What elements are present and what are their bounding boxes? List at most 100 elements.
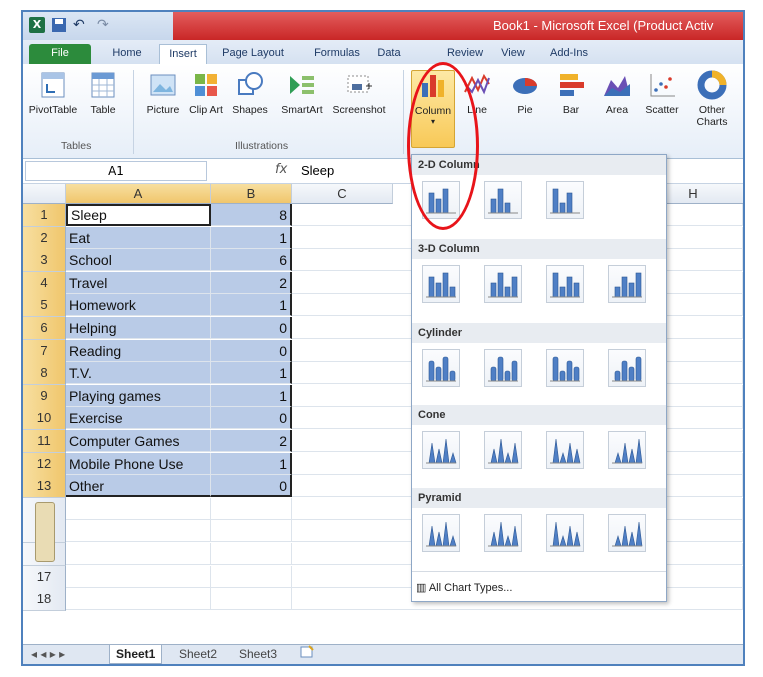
cell-a[interactable]: Reading	[66, 340, 211, 362]
pie-chart-button[interactable]: Pie	[505, 70, 545, 136]
row-header[interactable]: 9	[23, 385, 66, 408]
undo-icon[interactable]: ↶	[73, 17, 85, 34]
chart-subtype-col3d-3[interactable]	[546, 265, 584, 303]
save-icon[interactable]	[51, 17, 67, 34]
select-all-corner[interactable]	[23, 184, 66, 204]
cell-a[interactable]: Mobile Phone Use	[66, 453, 211, 475]
row-header[interactable]: 17	[23, 566, 66, 589]
cell-b[interactable]: 1	[211, 362, 292, 384]
cell-b[interactable]: 1	[211, 227, 292, 249]
cell-a[interactable]	[66, 520, 211, 542]
cell-a[interactable]	[66, 543, 211, 565]
excel-app-icon[interactable]: X	[29, 17, 45, 33]
row-header[interactable]: 13	[23, 475, 66, 498]
chart-subtype-cyl-2[interactable]	[484, 349, 522, 387]
chart-subtype-col3d-4[interactable]	[608, 265, 646, 303]
scatter-chart-button[interactable]: Scatter	[639, 70, 685, 136]
chart-subtype-cyl-4[interactable]	[608, 349, 646, 387]
row-header[interactable]: 12	[23, 453, 66, 476]
cell-b[interactable]: 0	[211, 340, 292, 362]
chart-subtype-pyr-1[interactable]	[422, 514, 460, 552]
tab-review[interactable]: Review	[441, 44, 489, 64]
bar-chart-button[interactable]: Bar	[551, 70, 591, 136]
cell-b[interactable]: 2	[211, 272, 292, 294]
cell-a[interactable]: Helping	[66, 317, 211, 339]
chart-subtype-cone-1[interactable]	[422, 431, 460, 469]
tab-page-layout[interactable]: Page Layout	[217, 44, 289, 64]
cell-a[interactable]: Computer Games	[66, 430, 211, 452]
cell-b[interactable]	[211, 543, 292, 565]
cell-a[interactable]: School	[66, 249, 211, 271]
row-header[interactable]: 11	[23, 430, 66, 453]
cell-a[interactable]	[66, 498, 211, 520]
tab-add-ins[interactable]: Add-Ins	[543, 44, 595, 64]
sheet-tab-2[interactable]: Sheet2	[173, 645, 223, 663]
other-charts-button[interactable]: Other Charts	[689, 70, 735, 136]
cell-b[interactable]: 6	[211, 249, 292, 271]
chart-subtype-cone-3[interactable]	[546, 431, 584, 469]
row-header[interactable]: 6	[23, 317, 66, 340]
tab-home[interactable]: Home	[105, 44, 149, 64]
cell-a[interactable]: Eat	[66, 227, 211, 249]
side-grip-handle[interactable]	[35, 502, 55, 562]
chart-subtype-cone-4[interactable]	[608, 431, 646, 469]
cell-a[interactable]: Other	[66, 475, 211, 497]
formula-input[interactable]: Sleep	[301, 163, 334, 178]
area-chart-button[interactable]: Area	[597, 70, 637, 136]
cell-b[interactable]	[211, 588, 292, 610]
insert-sheet-icon[interactable]	[293, 645, 321, 663]
chart-subtype-col2d-2[interactable]	[484, 181, 522, 219]
sheet-tab-3[interactable]: Sheet3	[233, 645, 283, 663]
cell-b[interactable]: 0	[211, 475, 292, 497]
row-header[interactable]: 4	[23, 272, 66, 295]
clip-art-button[interactable]: Clip Art	[189, 70, 223, 136]
sheet-tab-1[interactable]: Sheet1	[109, 645, 163, 664]
row-header[interactable]: 3	[23, 249, 66, 272]
row-header[interactable]: 1	[23, 204, 66, 227]
cell-b[interactable]	[211, 520, 292, 542]
fx-icon[interactable]: fx	[275, 162, 287, 177]
chart-subtype-cyl-1[interactable]	[422, 349, 460, 387]
picture-button[interactable]: Picture	[141, 70, 185, 136]
cell-a[interactable]: Travel	[66, 272, 211, 294]
tab-formulas[interactable]: Formulas	[307, 44, 367, 64]
cell-b[interactable]	[211, 498, 292, 520]
row-header[interactable]: 10	[23, 407, 66, 430]
cell-b[interactable]	[211, 566, 292, 588]
screenshot-button[interactable]: Screenshot	[329, 70, 389, 136]
cell-b[interactable]: 2	[211, 430, 292, 452]
cell-b[interactable]: 1	[211, 294, 292, 316]
row-header[interactable]: 8	[23, 362, 66, 385]
row-header[interactable]: 7	[23, 340, 66, 363]
chart-subtype-pyr-2[interactable]	[484, 514, 522, 552]
sheet-nav-arrows[interactable]: ◂ ◂ ▸ ▸	[25, 645, 71, 663]
row-header[interactable]: 5	[23, 294, 66, 317]
all-chart-types-link[interactable]: ▥ All Chart Types...	[416, 581, 512, 594]
redo-icon[interactable]: ↷	[97, 17, 109, 34]
pivottable-button[interactable]: PivotTable	[25, 70, 81, 136]
cell-b[interactable]: 1	[211, 385, 292, 407]
column-header-b[interactable]: B	[211, 184, 292, 204]
tab-file[interactable]: File	[29, 44, 91, 64]
chart-subtype-pyr-4[interactable]	[608, 514, 646, 552]
tab-data[interactable]: Data	[373, 44, 405, 64]
cell-b[interactable]: 0	[211, 317, 292, 339]
column-header-c[interactable]: C	[292, 184, 393, 204]
chart-subtype-col3d-2[interactable]	[484, 265, 522, 303]
cell-a[interactable]: Playing games	[66, 385, 211, 407]
tab-insert[interactable]: Insert	[159, 44, 207, 65]
column-chart-button[interactable]: Column ▾	[411, 70, 455, 148]
cell-a[interactable]: T.V.	[66, 362, 211, 384]
row-header[interactable]: 2	[23, 227, 66, 250]
cell-a[interactable]: Exercise	[66, 407, 211, 429]
cell-a[interactable]: Homework	[66, 294, 211, 316]
chart-subtype-col2d-1[interactable]	[422, 181, 460, 219]
chart-subtype-cyl-3[interactable]	[546, 349, 584, 387]
line-chart-button[interactable]: Line	[457, 70, 497, 136]
chart-subtype-col2d-3[interactable]	[546, 181, 584, 219]
column-header-a[interactable]: A	[66, 184, 211, 204]
cell-b[interactable]: 1	[211, 453, 292, 475]
name-box[interactable]: A1	[25, 161, 207, 181]
chart-subtype-col3d-1[interactable]	[422, 265, 460, 303]
cell-a[interactable]	[66, 588, 211, 610]
